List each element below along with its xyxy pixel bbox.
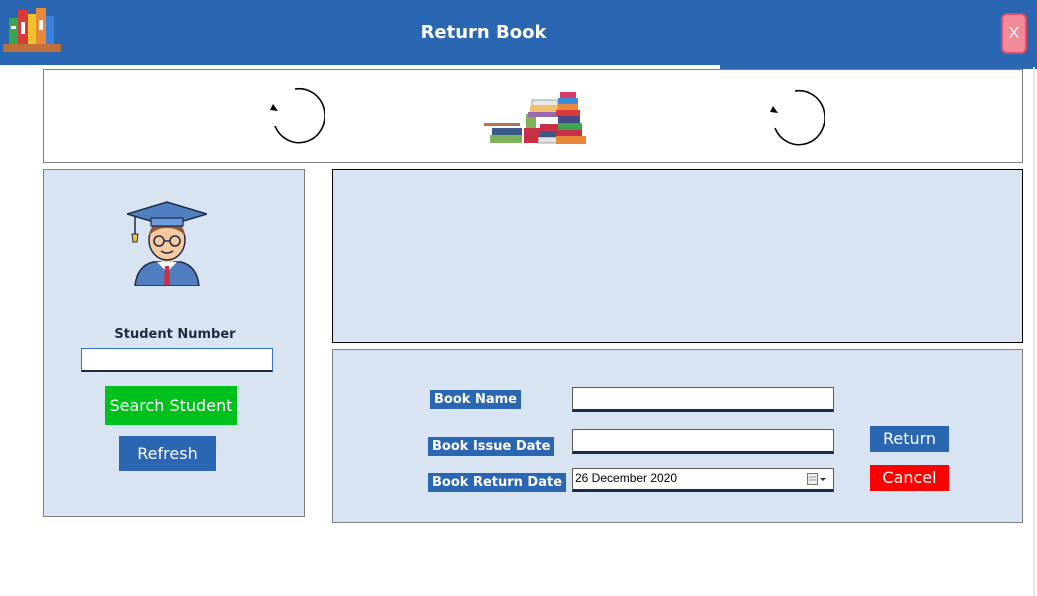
close-icon: X — [1008, 25, 1020, 42]
cancel-button[interactable]: Cancel — [870, 465, 949, 491]
calendar-icon[interactable] — [807, 472, 827, 486]
return-date-value: 26 December 2020 — [575, 471, 678, 485]
graduate-avatar-icon — [127, 201, 207, 286]
search-student-button[interactable]: Search Student — [105, 386, 237, 425]
refresh-button[interactable]: Refresh — [119, 436, 216, 471]
student-number-label: Student Number — [114, 327, 236, 342]
window-edge — [1033, 67, 1035, 596]
dropdown-arrow-icon — [820, 478, 826, 481]
title-progress-line — [0, 65, 720, 67]
book-stack-icon — [484, 92, 586, 144]
banner-panel — [43, 69, 1023, 163]
close-button[interactable]: X — [1001, 13, 1027, 54]
book-return-date-picker[interactable]: 26 December 2020 — [572, 468, 834, 492]
book-name-field[interactable] — [572, 387, 834, 412]
student-info-panel — [332, 169, 1023, 343]
book-name-label: Book Name — [430, 390, 521, 409]
refresh-icon — [770, 89, 825, 146]
return-button[interactable]: Return — [870, 426, 949, 452]
return-form-panel: Book Name Book Issue Date Book Return Da… — [332, 349, 1023, 523]
window-title: Return Book — [420, 22, 547, 43]
book-issue-date-field[interactable] — [572, 429, 834, 454]
student-number-input[interactable] — [81, 348, 273, 372]
book-return-date-label: Book Return Date — [428, 473, 567, 492]
book-issue-date-label: Book Issue Date — [428, 437, 555, 456]
title-bar: Return Book X — [0, 0, 1037, 65]
refresh-icon — [270, 87, 325, 144]
student-panel: Student Number Search Student Refresh — [43, 169, 305, 517]
